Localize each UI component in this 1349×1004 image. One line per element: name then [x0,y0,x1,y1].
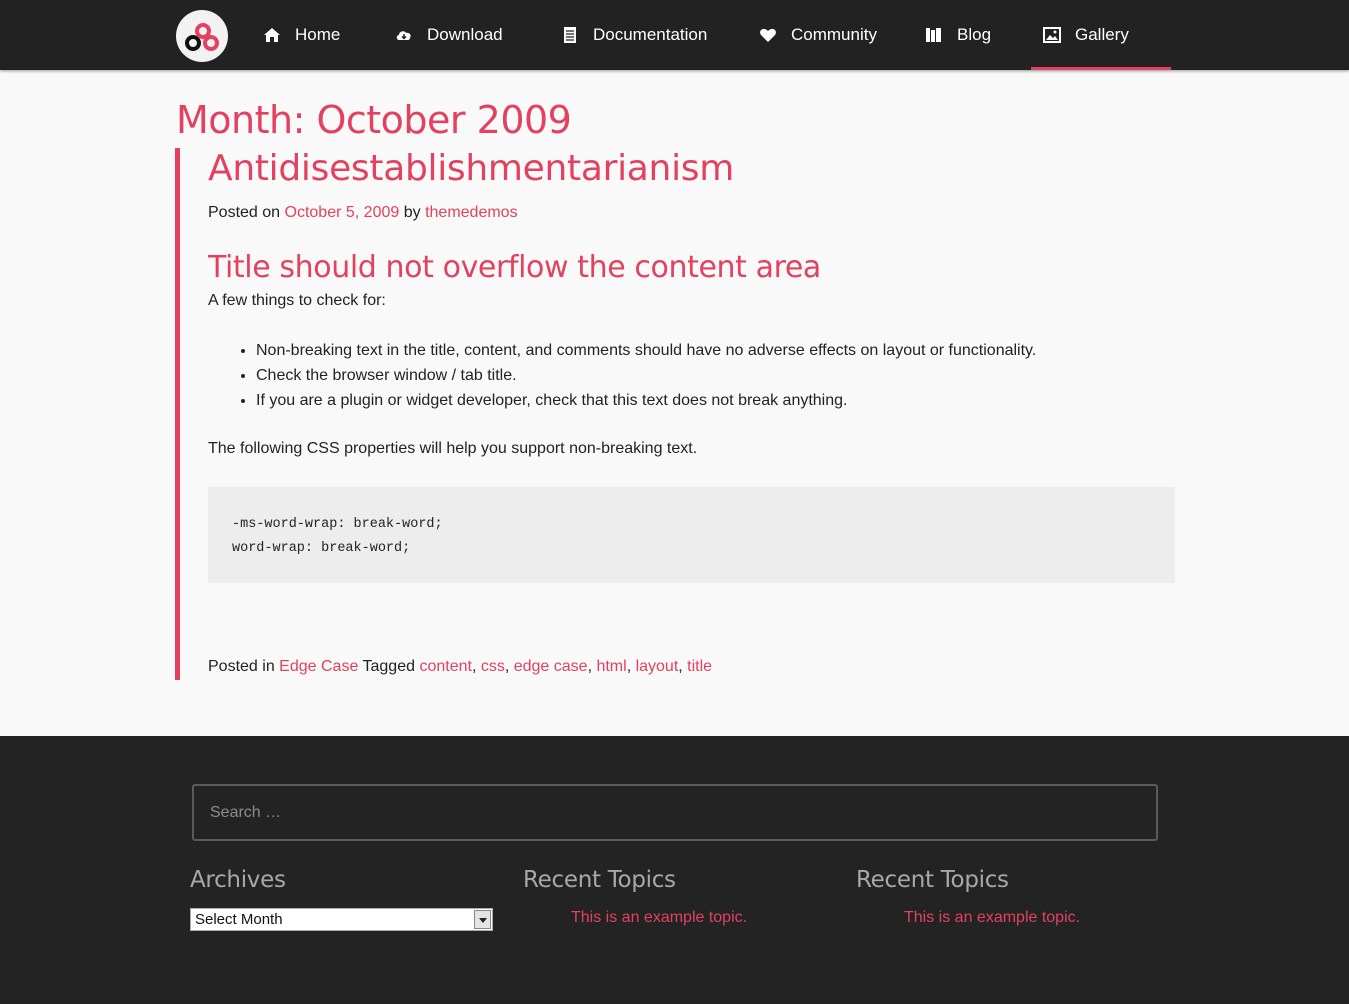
code-line: word-wrap: break-word; [232,541,411,556]
image-icon [1043,27,1061,43]
rings-logo-icon[interactable] [176,10,228,62]
code-block: -ms-word-wrap: break-word; word-wrap: bre… [208,487,1175,583]
list-item: Check the browser window / tab title. [256,365,1036,390]
post-article: Antidisestablishmentarianism Posted on O… [175,148,1175,680]
recent-topics-title: Recent Topics [523,867,676,893]
content-heading: Title should not overflow the content ar… [208,250,821,285]
top-navbar: Home Download Documentation Community Bl… [0,0,1349,70]
nav-home-label: Home [295,25,341,44]
recent-topic-link[interactable]: This is an example topic. [571,909,747,927]
post-author-link[interactable]: themedemos [425,204,518,221]
site-footer: Archives Select Month Recent Topics This… [0,736,1349,1004]
by-label: by [403,204,421,221]
nav-gallery[interactable]: Gallery [1031,0,1171,70]
page-title: Month: October 2009 [176,98,572,142]
post-title-link[interactable]: Antidisestablishmentarianism [208,148,734,189]
archives-title: Archives [190,867,286,893]
post-footer-meta: Posted in Edge Case Tagged content, css,… [208,658,713,675]
recent-topic-link[interactable]: This is an example topic. [904,909,1080,927]
tag-link[interactable]: css [481,658,505,675]
blog-icon [926,28,941,42]
tag-link[interactable]: edge case [514,658,588,675]
tag-link[interactable]: content [419,658,471,675]
tag-link[interactable]: layout [636,658,679,675]
post-meta: Posted on October 5, 2009 by themedemos [208,204,518,222]
nav-documentation[interactable]: Documentation [561,0,707,70]
nav-home[interactable]: Home [263,0,340,70]
post-date-link[interactable]: October 5, 2009 [285,204,400,221]
nav-documentation-label: Documentation [593,25,708,44]
body-paragraph: The following CSS properties will help y… [208,440,698,457]
recent-topics-title: Recent Topics [856,867,1009,893]
chevron-down-icon [474,910,491,929]
home-icon [264,28,280,42]
intro-text: A few things to check for: [208,292,386,309]
list-item: If you are a plugin or widget developer,… [256,390,1036,415]
list-item: Non-breaking text in the title, content,… [256,340,1036,365]
archives-select-value: Select Month [195,911,283,928]
nav-community-label: Community [791,25,877,44]
nav-blog[interactable]: Blog [925,0,991,70]
document-icon [564,27,576,43]
tag-link[interactable]: html [596,658,626,675]
category-link[interactable]: Edge Case [279,658,358,675]
archives-select[interactable]: Select Month [190,908,493,931]
nav-download-label: Download [427,25,503,44]
nav-download[interactable]: Download [395,0,503,70]
nav-blog-label: Blog [957,25,992,44]
search-input[interactable] [192,784,1158,841]
tagged-label: Tagged [362,658,416,675]
nav-community[interactable]: Community [759,0,877,70]
posted-in-prefix: Posted in [208,658,275,675]
nav-gallery-label: Gallery [1075,25,1129,44]
cloud-download-icon [396,31,411,40]
tag-link[interactable]: title [687,658,712,675]
heart-icon [760,28,776,42]
checklist: Non-breaking text in the title, content,… [256,340,1036,415]
posted-on-prefix: Posted on [208,204,281,221]
code-line: -ms-word-wrap: break-word; [232,517,443,532]
